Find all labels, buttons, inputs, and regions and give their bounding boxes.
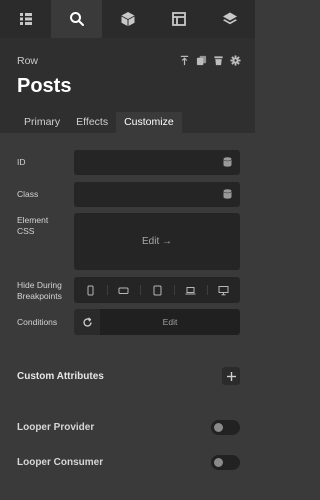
looper-provider-label: Looper Provider <box>17 422 95 433</box>
inspector-tabs: Primary Effects Customize <box>16 112 182 133</box>
duplicate-icon[interactable] <box>195 54 207 66</box>
refresh-icon <box>82 316 92 327</box>
top-tab-bar <box>0 0 255 38</box>
toggle-knob <box>214 458 223 467</box>
element-css-label: Element CSS <box>17 215 49 236</box>
layers-icon <box>222 12 237 25</box>
mobile-landscape-icon <box>118 287 129 294</box>
conditions-control: Edit <box>74 309 240 335</box>
breakpoints-control <box>74 277 240 303</box>
id-label: ID <box>17 157 26 167</box>
tab-effects[interactable]: Effects <box>68 112 116 133</box>
add-attribute-button[interactable] <box>222 367 240 385</box>
breakpoint-lg[interactable] <box>173 277 207 303</box>
breakpoint-md[interactable] <box>140 277 173 303</box>
conditions-edit-button[interactable]: Edit <box>100 309 240 335</box>
id-field[interactable] <box>74 150 240 175</box>
conditions-toggle[interactable] <box>74 309 100 335</box>
desktop-icon <box>218 285 229 295</box>
tab-layout[interactable] <box>153 0 204 38</box>
tab-layers[interactable] <box>204 0 255 38</box>
laptop-icon <box>185 286 196 294</box>
class-field[interactable] <box>74 182 240 207</box>
tab-structure[interactable] <box>0 0 51 38</box>
looper-provider-toggle[interactable] <box>211 420 240 435</box>
looper-consumer-toggle[interactable] <box>211 455 240 470</box>
class-label: Class <box>17 189 39 199</box>
layout-icon <box>171 12 186 26</box>
delete-icon[interactable] <box>212 54 224 66</box>
settings-icon[interactable] <box>229 54 241 66</box>
database-icon[interactable] <box>223 189 232 199</box>
database-icon[interactable] <box>223 157 232 167</box>
conditions-label: Conditions <box>17 317 58 327</box>
move-up-icon[interactable] <box>178 54 190 66</box>
tab-elements[interactable] <box>102 0 153 38</box>
breakpoint-xs[interactable] <box>74 277 107 303</box>
plus-icon <box>226 371 236 381</box>
breakpoint-sm[interactable] <box>107 277 140 303</box>
looper-consumer-label: Looper Consumer <box>17 457 104 468</box>
list-icon <box>19 13 32 25</box>
mobile-portrait-icon <box>87 285 94 295</box>
tab-primary[interactable]: Primary <box>16 112 68 133</box>
search-icon <box>69 12 84 26</box>
hide-breakpoints-label: Hide During Breakpoints <box>17 280 62 301</box>
breadcrumb: Row <box>17 55 39 67</box>
header-actions <box>178 54 241 66</box>
page-title: Posts <box>17 75 72 97</box>
element-css-edit-button[interactable]: Edit → <box>142 236 172 247</box>
tablet-icon <box>153 285 161 295</box>
box-icon <box>121 12 134 26</box>
tab-inspector[interactable] <box>51 0 102 38</box>
element-header: Row Posts Primary Effects Customize <box>0 38 255 133</box>
toggle-knob <box>214 423 223 432</box>
tab-customize[interactable]: Customize <box>116 112 182 133</box>
custom-attributes-label: Custom Attributes <box>17 371 104 382</box>
element-css-editor[interactable]: Edit → <box>74 213 240 270</box>
breakpoint-xl[interactable] <box>206 277 240 303</box>
